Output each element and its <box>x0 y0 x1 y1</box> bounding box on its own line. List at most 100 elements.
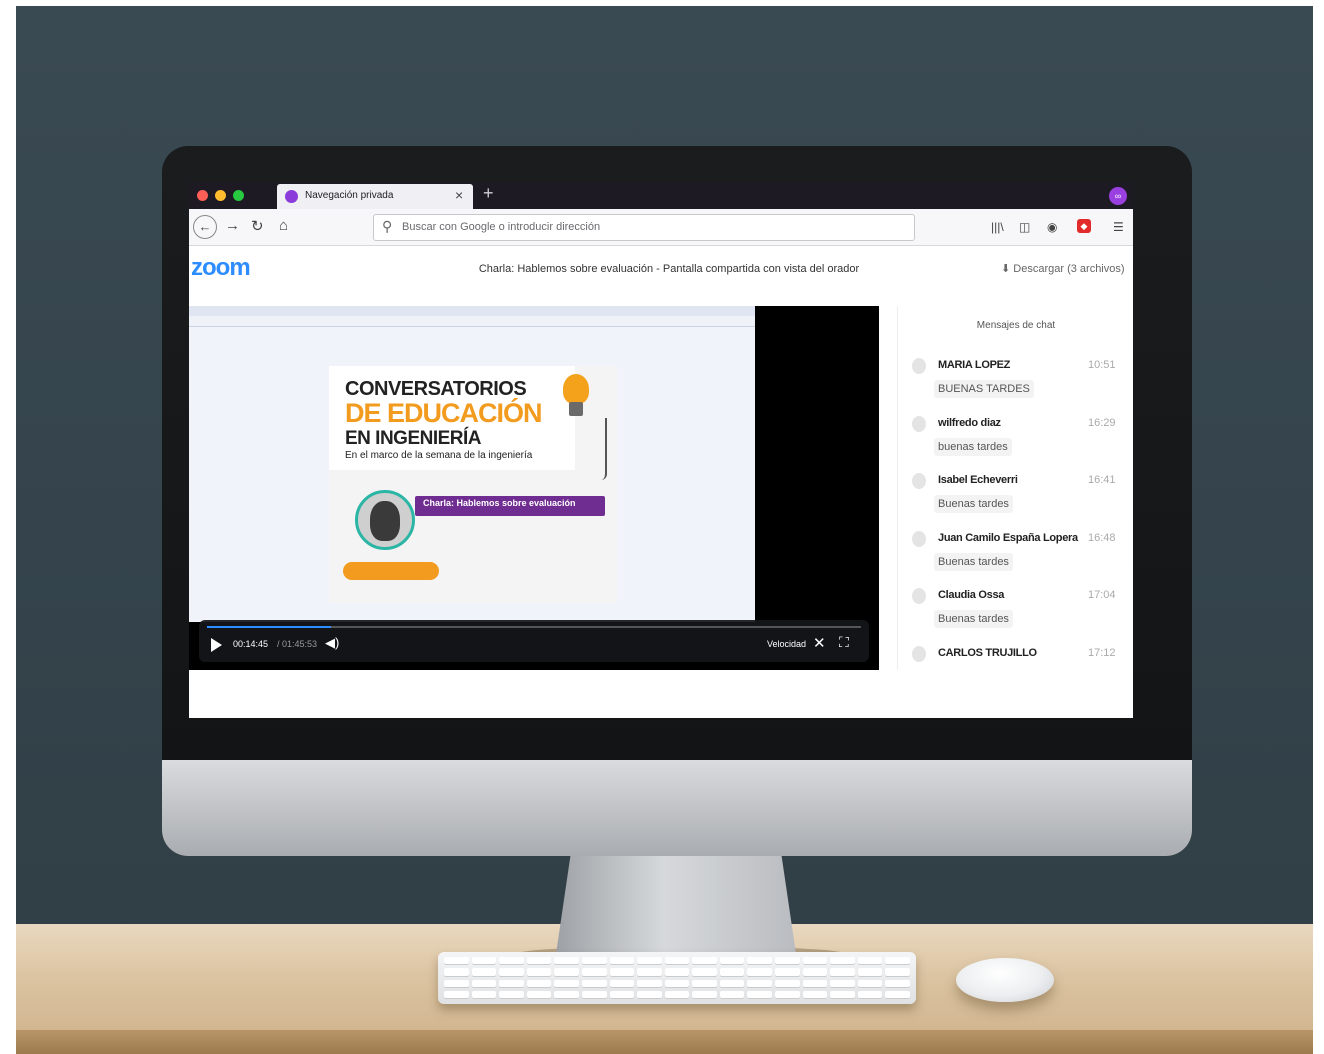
keyboard-key <box>802 979 828 988</box>
keyboard-key <box>471 990 497 999</box>
chat-message: Isabel Echeverri 16:41 Buenas tardes <box>898 469 1133 526</box>
url-placeholder: Buscar con Google o introducir dirección <box>402 221 601 233</box>
chat-sender: MARIA LOPEZ <box>938 359 1011 371</box>
keyboard-key <box>444 968 469 977</box>
keyboard-key <box>775 968 800 977</box>
keyboard-key <box>775 957 800 966</box>
cable-decoration <box>597 418 607 480</box>
chat-time: 17:12 <box>1088 647 1116 659</box>
poster-line4: En el marco de la semana de la ingenierí… <box>345 450 533 461</box>
keyboard-key <box>830 979 855 988</box>
keyboard-key <box>692 957 717 966</box>
chat-sender: CARLOS TRUJILLO <box>938 647 1037 659</box>
sidebar-icon[interactable]: ◫ <box>1019 220 1030 234</box>
window-maximize-button[interactable] <box>233 190 244 201</box>
fullscreen-icon[interactable]: ⛶ <box>839 634 849 651</box>
reload-icon[interactable]: ↻ <box>251 217 264 235</box>
chat-message: Juan Camilo España Lopera 16:48 Buenas t… <box>898 527 1133 584</box>
keyboard-key <box>664 979 690 988</box>
download-link[interactable]: ⬇ Descargar (3 archivos) <box>1001 262 1125 275</box>
zoom-logo[interactable]: zoom <box>191 254 251 282</box>
user-avatar-icon <box>912 473 926 489</box>
home-icon[interactable]: ⌂ <box>279 217 288 234</box>
monitor-stand <box>556 856 796 954</box>
volume-icon[interactable]: ◀) <box>325 635 339 651</box>
keyboard-key <box>444 957 469 966</box>
keyboard-key <box>775 990 800 999</box>
tab-label: Navegación privada <box>305 190 394 201</box>
chat-text: BUENAS TARDES <box>934 380 1034 398</box>
current-time: 00:14:45 <box>233 639 269 649</box>
keyboard-key <box>499 990 524 999</box>
exit-fullscreen-icon[interactable]: ✕ <box>813 634 826 652</box>
shared-window-menubar <box>189 316 755 327</box>
keyboard-key <box>637 957 662 966</box>
account-icon[interactable]: ◉ <box>1047 220 1057 234</box>
speed-button[interactable]: Velocidad <box>767 639 806 649</box>
keyboard-key <box>554 968 579 977</box>
chat-text: Buenas tardes <box>934 610 1013 628</box>
keyboard-key <box>581 957 607 966</box>
keyboard-key <box>664 968 690 977</box>
video-player[interactable]: CONVERSATORIOS DE EDUCACIÓN EN INGENIERÍ… <box>189 306 879 670</box>
user-avatar-icon <box>912 588 926 604</box>
hamburger-menu-icon[interactable]: ☰ <box>1113 220 1124 234</box>
library-icon[interactable]: |||\ <box>991 220 1004 234</box>
new-tab-button[interactable]: + <box>483 183 494 204</box>
keyboard-key <box>719 957 745 966</box>
keyboard-key <box>554 990 579 999</box>
user-avatar-icon <box>912 416 926 432</box>
keyboard-key <box>581 968 607 977</box>
tab-close-icon[interactable]: × <box>455 187 463 203</box>
keyboard-key <box>471 968 497 977</box>
keyboard-key <box>830 968 855 977</box>
speaker-photo <box>355 490 415 550</box>
user-avatar-icon <box>912 531 926 547</box>
keyboard-key <box>609 990 635 999</box>
ublock-shield-icon[interactable]: ◆ <box>1077 219 1091 233</box>
forward-arrow-icon[interactable]: → <box>225 217 240 234</box>
window-minimize-button[interactable] <box>215 190 226 201</box>
chat-panel: Mensajes de chat MARIA LOPEZ 10:51 BUENA… <box>897 306 1133 670</box>
chat-time: 16:41 <box>1088 474 1116 486</box>
keyboard-key <box>581 979 607 988</box>
private-browsing-icon <box>285 190 298 203</box>
mouse <box>956 958 1054 1002</box>
progress-track[interactable] <box>207 626 861 628</box>
chat-time: 17:04 <box>1088 589 1116 601</box>
poster-line3: EN INGENIERÍA <box>345 428 482 449</box>
monitor-screen: Navegación privada × + ∞ ← → ↻ ⌂ ⚲ Busca… <box>189 182 1133 718</box>
progress-fill <box>207 626 332 628</box>
back-arrow-icon[interactable]: ← <box>193 215 217 239</box>
speaker-face <box>370 501 400 541</box>
keyboard-key <box>747 990 773 999</box>
keyboard-key <box>802 990 828 999</box>
keyboard-key <box>471 957 497 966</box>
browser-tab[interactable]: Navegación privada × <box>277 184 473 209</box>
keyboard-key <box>692 968 717 977</box>
chat-text: Buenas tardes <box>934 553 1013 571</box>
chat-time: 16:48 <box>1088 532 1116 544</box>
keyboard-key <box>526 979 552 988</box>
keyboard-key <box>637 968 662 977</box>
keyboard-key <box>444 990 469 999</box>
keyboard-key <box>802 957 828 966</box>
total-time: / 01:45:53 <box>277 639 318 649</box>
browser-tab-bar: Navegación privada × + ∞ <box>189 182 1133 209</box>
chat-message: MARIA LOPEZ 10:51 BUENAS TARDES <box>898 354 1133 411</box>
keyboard-key <box>499 979 524 988</box>
keyboard-key <box>857 957 883 966</box>
chat-sender: Claudia Ossa <box>938 589 1005 601</box>
url-bar[interactable]: ⚲ Buscar con Google o introducir direcci… <box>373 214 915 241</box>
play-icon[interactable] <box>211 638 222 652</box>
poster-orange-button <box>343 562 439 580</box>
keyboard-key <box>692 990 717 999</box>
keyboard-key <box>637 979 662 988</box>
desk-edge <box>16 1030 1313 1054</box>
private-mask-icon: ∞ <box>1109 187 1127 205</box>
search-icon: ⚲ <box>382 218 393 234</box>
keyboard-key <box>857 979 883 988</box>
keyboard-key <box>692 979 717 988</box>
window-close-button[interactable] <box>197 190 208 201</box>
chat-header: Mensajes de chat <box>976 320 1056 331</box>
